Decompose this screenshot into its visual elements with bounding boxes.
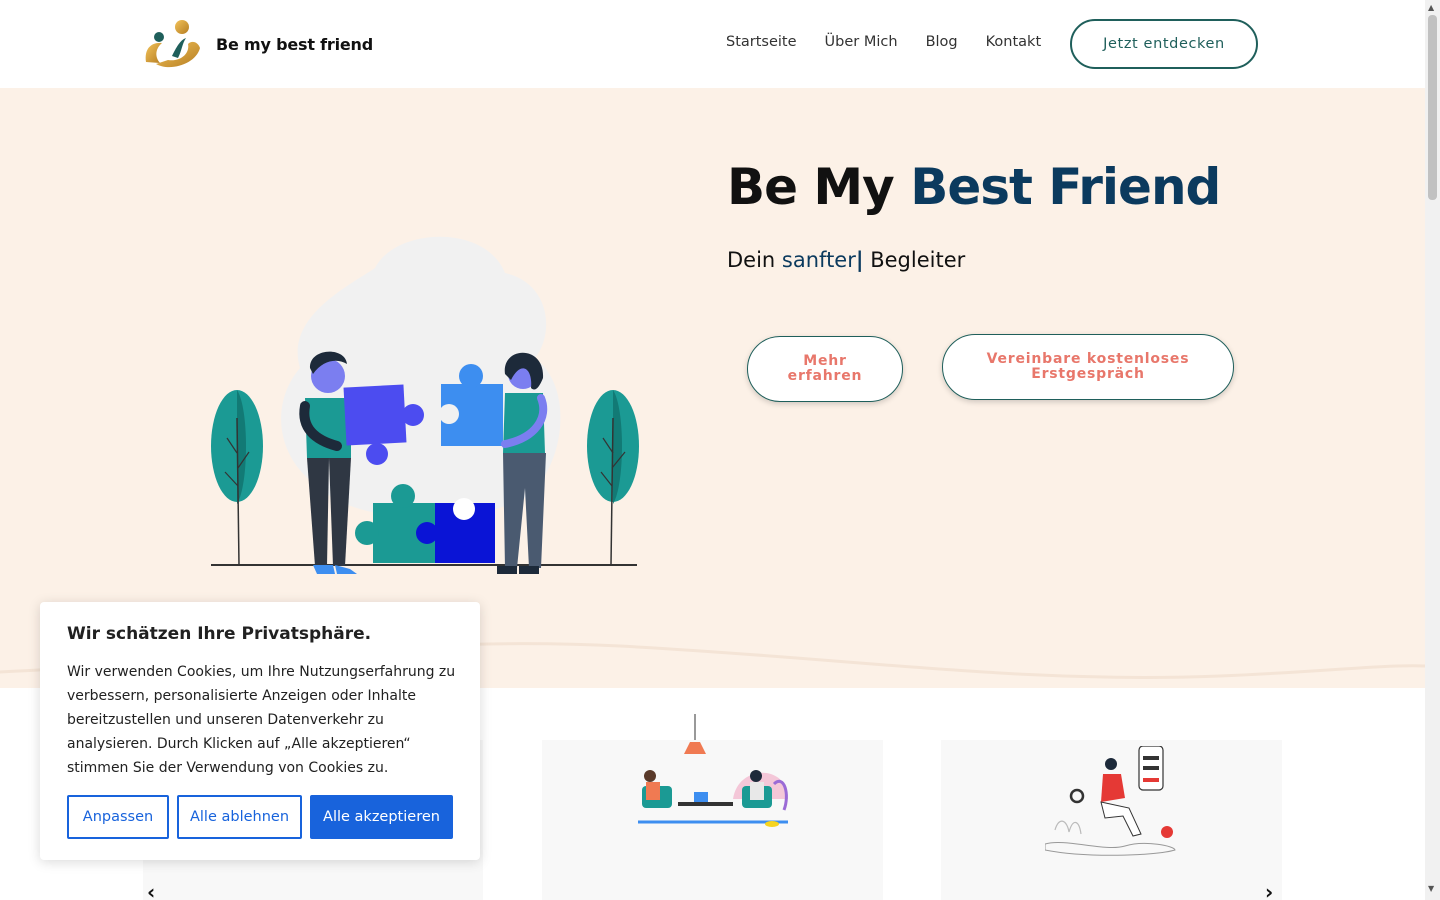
nav-item-kontakt[interactable]: Kontakt — [986, 34, 1042, 50]
learn-more-button[interactable]: Mehr erfahren — [747, 336, 903, 402]
hero-title-accent: Best Friend — [910, 158, 1221, 216]
two-figures-logo-icon — [145, 20, 200, 68]
scroll-down-icon[interactable]: ▼ — [1428, 884, 1434, 893]
person-with-phone-illustration — [1045, 746, 1176, 856]
discover-now-button[interactable]: Jetzt entdecken — [1070, 19, 1258, 69]
page-scrollbar[interactable]: ▲ ▼ — [1425, 0, 1440, 900]
site-header: Be my best friend Startseite Über Mich B… — [0, 0, 1425, 88]
service-card-3[interactable] — [941, 740, 1282, 900]
nav-item-ueber-mich[interactable]: Über Mich — [825, 34, 898, 50]
cookie-consent-banner: Wir schätzen Ihre Privatsphäre. Wir verw… — [40, 602, 480, 860]
scroll-thumb[interactable] — [1428, 15, 1437, 200]
service-card-2[interactable] — [542, 714, 883, 900]
cookie-customize-button[interactable]: Anpassen — [67, 795, 169, 839]
learn-more-line2: erfahren — [787, 368, 863, 384]
nav-item-blog[interactable]: Blog — [926, 34, 958, 50]
hero-title-plain: Be My — [727, 158, 895, 216]
carousel-next-arrow-icon[interactable]: › — [1265, 880, 1273, 900]
typing-cursor: | — [855, 248, 864, 272]
book-consultation-button[interactable]: Vereinbare kostenloses Erstgespräch — [942, 334, 1234, 400]
cookie-banner-title: Wir schätzen Ihre Privatsphäre. — [67, 624, 372, 644]
hero-subtitle-typed-word: sanfter — [781, 248, 856, 272]
brand-logo-link[interactable]: Be my best friend — [142, 18, 373, 70]
therapy-session-illustration — [638, 714, 788, 827]
puzzle-people-illustration — [211, 236, 639, 574]
cookie-reject-all-button[interactable]: Alle ablehnen — [177, 795, 302, 839]
hero-title: Be My Best Friend — [727, 158, 1221, 216]
cookie-accept-all-button[interactable]: Alle akzeptieren — [310, 795, 453, 839]
book-consultation-line1: Vereinbare kostenloses — [986, 351, 1190, 367]
book-consultation-line2: Erstgespräch — [1031, 366, 1145, 382]
brand-name: Be my best friend — [216, 34, 373, 54]
scroll-up-icon[interactable]: ▲ — [1428, 3, 1434, 12]
hero-section: Be My Best Friend Dein sanfter| Begleite… — [0, 88, 1425, 688]
cookie-banner-text: Wir verwenden Cookies, um Ihre Nutzungse… — [67, 664, 456, 776]
nav-item-startseite[interactable]: Startseite — [726, 34, 797, 50]
main-nav: Startseite Über Mich Blog Kontakt — [726, 34, 1069, 50]
hero-subtitle-prefix: Dein — [727, 248, 776, 272]
learn-more-line1: Mehr — [803, 353, 847, 369]
hero-subtitle: Dein sanfter| Begleiter — [727, 248, 965, 272]
hero-subtitle-suffix: Begleiter — [870, 248, 966, 272]
carousel-prev-arrow-icon[interactable]: ‹ — [147, 880, 155, 900]
